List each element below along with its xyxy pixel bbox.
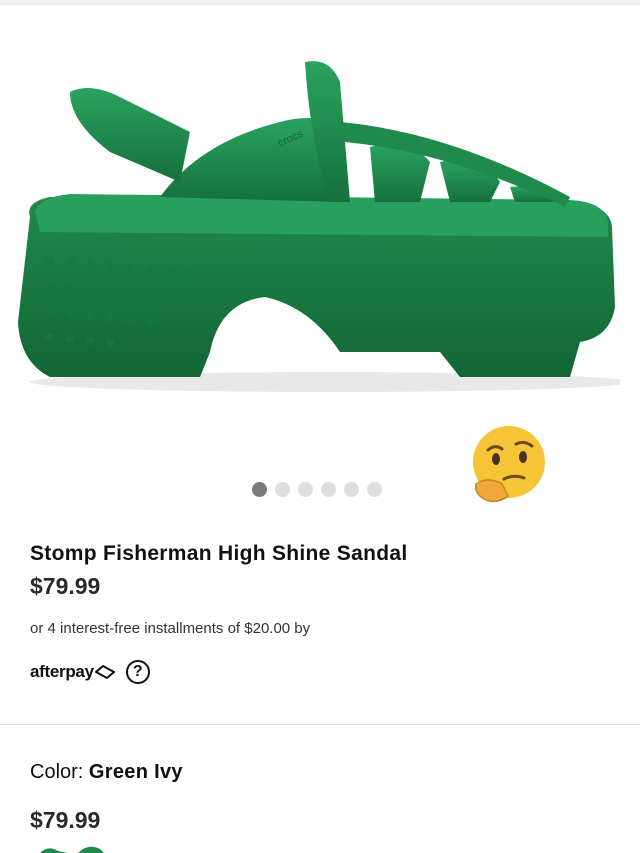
carousel-dot[interactable] — [252, 482, 267, 497]
afterpay-row: afterpay ? — [30, 660, 150, 684]
carousel-dot[interactable] — [367, 482, 382, 497]
carousel-dots — [252, 482, 382, 497]
afterpay-arrows-icon — [94, 665, 115, 679]
color-swatch-thumbnail[interactable] — [38, 843, 108, 853]
installments-text: or 4 interest-free installments of $20.0… — [30, 620, 311, 637]
product-price: $79.99 — [30, 573, 101, 599]
carousel-dot[interactable] — [298, 482, 313, 497]
carousel-dot[interactable] — [344, 482, 359, 497]
carousel-dot[interactable] — [275, 482, 290, 497]
afterpay-logo[interactable]: afterpay — [30, 662, 116, 682]
color-value: Green Ivy — [88, 761, 183, 783]
color-label: Color: — [30, 761, 84, 783]
color-selection: Color: Green Ivy — [30, 761, 183, 784]
thinking-face-icon — [473, 426, 545, 503]
help-icon[interactable]: ? — [125, 660, 150, 684]
variant-price: $79.99 — [30, 807, 101, 833]
product-gallery[interactable]: crocs — [0, 4, 640, 524]
carousel-dot[interactable] — [321, 482, 336, 497]
section-divider — [0, 724, 640, 725]
product-title: Stomp Fisherman High Shine Sandal — [30, 542, 408, 565]
help-glyph: ? — [132, 663, 143, 680]
afterpay-label: afterpay — [30, 662, 94, 681]
product-image[interactable]: crocs — [10, 52, 620, 402]
